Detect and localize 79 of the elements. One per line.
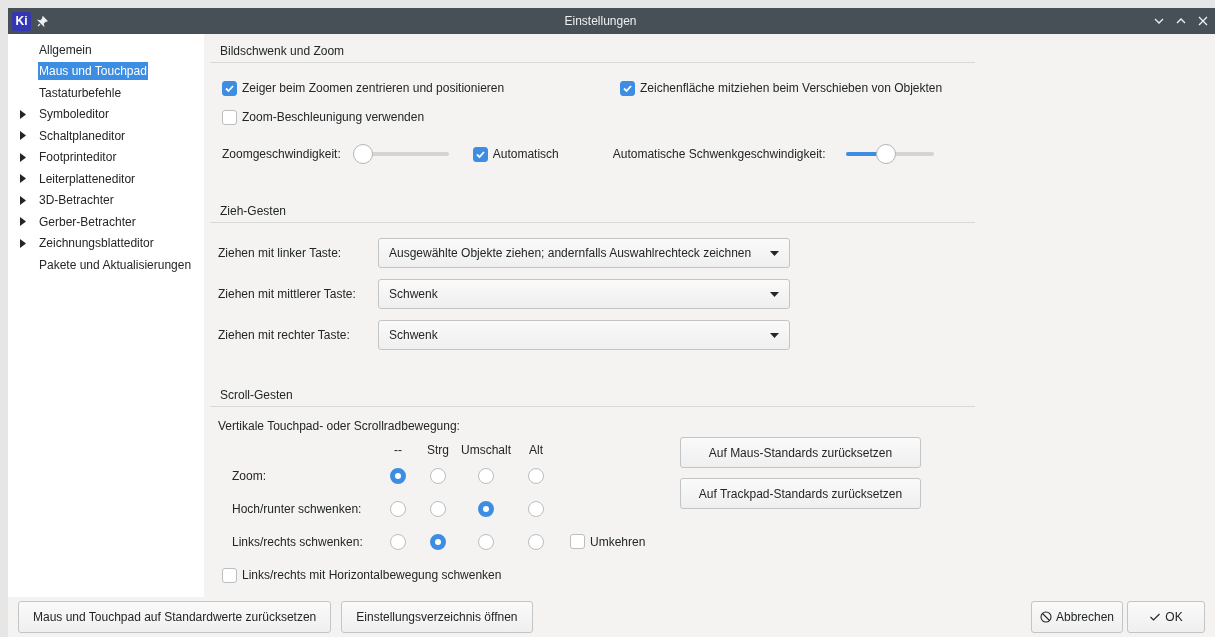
checkbox[interactable] [222,80,237,96]
sidebar-item[interactable]: Footprinteditor [38,148,118,167]
radio-button[interactable] [430,467,446,484]
reset-button[interactable]: Auf Trackpad-Standards zurücksetzen [680,478,921,509]
dropdown[interactable]: Ausgewählte Objekte ziehen; andernfalls Auswahlrechteck zeichnen [378,238,790,268]
cancel-icon [1039,611,1052,623]
field-label: Ziehen mit linker Taste: [218,245,343,262]
checkbox[interactable] [222,567,237,583]
radio-button[interactable] [390,533,406,550]
checkbox-label: Links/rechts mit Horizontalbewegung schwenken [242,567,502,584]
checkbox-label: Automatisch [492,146,559,163]
sidebar-item[interactable]: Pakete und Aktualisierungen [38,255,193,274]
sidebar-item[interactable]: Tastaturbefehle [38,83,123,102]
radio-button[interactable] [528,467,544,484]
slider[interactable] [845,144,934,164]
ok-button[interactable]: OK [1127,601,1205,633]
checkbox-label: Umkehren [590,533,646,551]
expand-arrow-icon[interactable] [20,131,26,141]
checkbox[interactable] [472,146,488,162]
section-heading: Scroll-Gesten [220,388,293,402]
slider[interactable] [352,144,449,164]
radio-button[interactable] [390,500,406,517]
expand-arrow-icon[interactable] [20,109,26,119]
radio-button[interactable] [478,500,494,517]
checkbox[interactable] [222,109,237,125]
checkbox-label: Zeiger beim Zoomen zentrieren und positionieren [242,80,505,97]
footer-button[interactable]: Maus und Touchpad auf Standardwerte zurücksetzen [18,601,332,633]
cancel-button[interactable]: Abbrechen [1030,601,1123,633]
sidebar-item[interactable]: Schaltplaneditor [38,126,127,145]
sidebar-item[interactable]: Zeichnungsblatteditor [38,234,155,253]
radio-button[interactable] [528,500,544,517]
field-label: Zoomgeschwindigkeit: [222,146,341,163]
radio-button[interactable] [430,500,446,517]
sidebar-item[interactable]: Allgemein [38,40,93,59]
radio-button[interactable] [478,467,494,484]
field-label: Ziehen mit mittlerer Taste: [218,286,357,303]
pin-icon[interactable] [37,15,48,27]
expand-arrow-icon[interactable] [20,217,26,227]
field-label: Ziehen mit rechter Taste: [218,327,351,344]
sidebar-item[interactable]: Leiterplatteneditor [38,169,137,188]
expand-arrow-icon[interactable] [20,152,26,162]
section-heading: Zieh-Gesten [220,204,287,218]
radio-button[interactable] [478,533,494,550]
section-heading: Bildschwenk und Zoom [220,44,345,58]
radio-button[interactable] [390,467,406,484]
slider-thumb[interactable] [352,144,373,164]
caret-icon [770,332,779,338]
dropdown[interactable]: Schwenk [378,320,790,350]
caret-icon [770,250,779,256]
window-title: Einstellungen [564,13,637,30]
radio-button[interactable] [528,533,544,550]
column-header: Strg [427,442,449,459]
column-header: -- [394,442,402,459]
field-label: Hoch/runter schwenken: [232,500,363,518]
expand-arrow-icon[interactable] [20,238,26,248]
caret-icon [770,291,779,297]
checkbox-label: Zoom-Beschleunigung verwenden [242,109,425,126]
close-icon[interactable] [1197,15,1209,27]
column-header: Umschalt [461,442,511,459]
dropdown[interactable]: Schwenk [378,279,790,309]
reset-button[interactable]: Auf Maus-Standards zurücksetzen [680,437,921,468]
check-icon [1149,611,1162,623]
app-logo: Ki [12,11,31,31]
caption: Vertikale Touchpad- oder Scrollradbewegung: [218,418,461,435]
sidebar-item[interactable]: 3D-Betrachter [38,191,115,210]
footer-button[interactable]: Einstellungsverzeichnis öffnen [341,601,533,633]
checkbox-label: Zeichenfläche mitziehen beim Verschieben von Objekten [640,80,943,97]
sidebar-item[interactable]: Gerber-Betrachter [38,212,137,231]
slider-thumb[interactable] [876,144,897,164]
expand-arrow-icon[interactable] [20,174,26,184]
field-label: Links/rechts schwenken: [232,533,364,551]
checkbox[interactable] [570,534,585,549]
field-label: Automatische Schwenkgeschwindigkeit: [612,146,826,163]
field-label: Zoom: [232,467,267,485]
sidebar-item[interactable]: Symboleditor [38,105,111,124]
column-header: Alt [529,442,543,459]
expand-arrow-icon[interactable] [20,195,26,205]
radio-button[interactable] [430,533,446,550]
checkbox[interactable] [620,80,635,96]
